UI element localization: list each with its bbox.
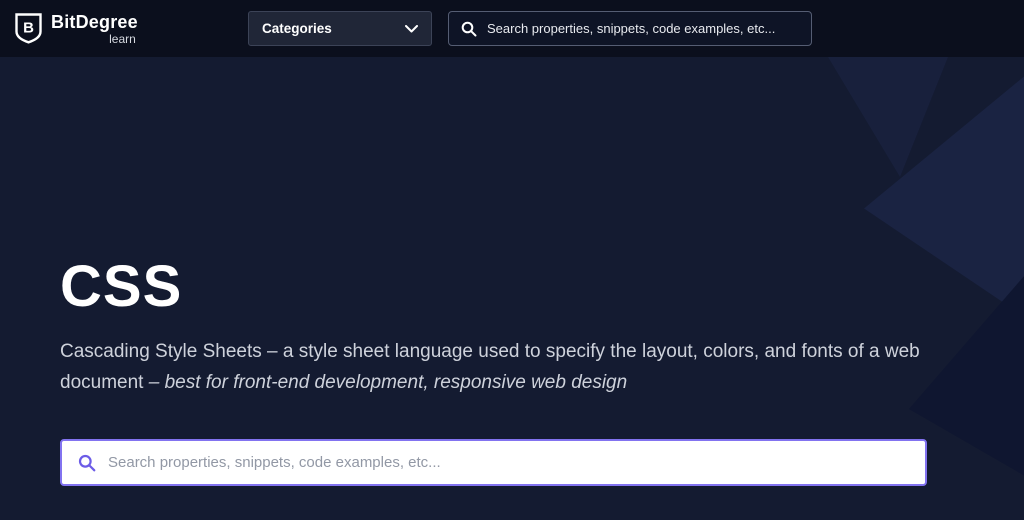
search-icon	[78, 454, 96, 472]
logo-sub: learn	[109, 33, 136, 45]
bitdegree-logo[interactable]: B BitDegree learn	[14, 13, 138, 45]
search-icon	[461, 21, 477, 37]
top-navbar: B BitDegree learn Categories	[0, 0, 1024, 57]
navbar-search	[448, 11, 812, 46]
categories-label: Categories	[262, 21, 332, 36]
page-description: Cascading Style Sheets – a style sheet l…	[60, 336, 940, 398]
decorative-polygon	[864, 57, 1024, 357]
logo-brand: BitDegree	[51, 13, 138, 31]
hero-search	[60, 439, 927, 486]
hero-search-input[interactable]	[108, 454, 909, 471]
categories-dropdown[interactable]: Categories	[248, 11, 432, 46]
svg-text:B: B	[23, 20, 34, 37]
description-italic: – best for front-end development, respon…	[149, 372, 627, 393]
decorative-polygon	[804, 57, 964, 177]
hero-section: CSS Cascading Style Sheets – a style she…	[0, 57, 1024, 520]
page-title: CSS	[60, 253, 182, 320]
chevron-down-icon	[405, 25, 418, 33]
navbar-search-input[interactable]	[487, 21, 799, 36]
logo-text: BitDegree learn	[51, 13, 138, 45]
bitdegree-shield-icon: B	[14, 13, 42, 45]
